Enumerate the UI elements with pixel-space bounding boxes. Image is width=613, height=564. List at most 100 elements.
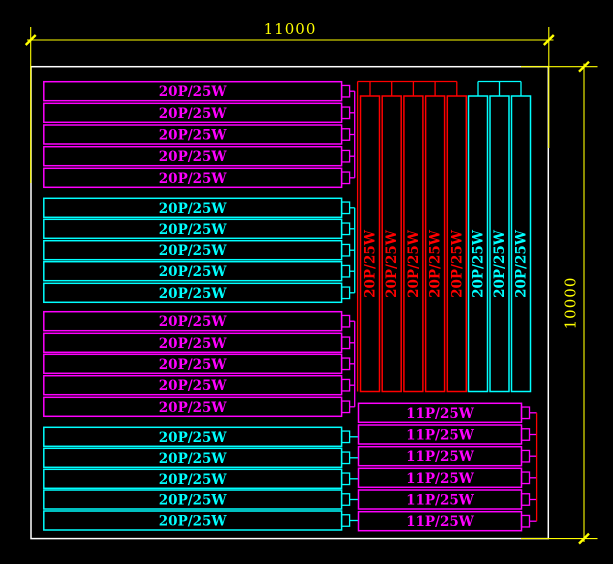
radiator-bar[interactable]: 20P/25W <box>44 219 355 238</box>
riser-bar[interactable]: 20P/25W <box>447 96 466 392</box>
radiator-bar[interactable]: 11P/25W <box>359 403 537 422</box>
cad-viewport[interactable]: 11000 10000 20P/25W20P/25W20P/25W20P/25W… <box>0 0 613 564</box>
connector-tab <box>342 315 350 327</box>
connector-tab <box>342 287 350 299</box>
connector-tab <box>522 515 530 527</box>
riser-bar[interactable]: 20P/25W <box>490 96 509 392</box>
radiator-bar[interactable]: 20P/25W <box>44 511 359 530</box>
radiator-bar-label: 20P/25W <box>159 106 228 122</box>
left-group-2: 20P/25W 20P/25W 20P/25W 20P/25W 20P/25W <box>44 198 355 302</box>
connector-tab <box>342 431 350 443</box>
radiator-bar-label: 20P/25W <box>159 451 228 467</box>
connector-tab <box>342 379 350 391</box>
radiator-bar-label: 20P/25W <box>159 286 228 302</box>
radiator-bar-label: 20P/25W <box>159 378 228 394</box>
radiator-bar[interactable]: 11P/25W <box>359 468 537 487</box>
radiator-bar[interactable]: 11P/25W <box>359 425 537 444</box>
radiator-bar-label: 20P/25W <box>159 264 228 280</box>
radiator-bar[interactable]: 20P/25W <box>44 354 355 373</box>
left-group-1: 20P/25W 20P/25W 20P/25W 20P/25W 20P/25W <box>44 82 355 188</box>
connector-tab <box>342 358 350 370</box>
radiator-bar-label: 20P/25W <box>159 314 228 330</box>
radiator-bar-label: 11P/25W <box>406 471 475 487</box>
radiator-bar[interactable]: 20P/25W <box>44 490 359 509</box>
riser-bar-label: 20P/25W <box>384 229 400 298</box>
radiator-bar[interactable]: 20P/25W <box>44 262 355 281</box>
bottom-right-group: 11P/25W 11P/25W 11P/25W 11P/25W 11P/25W 11P/2… <box>359 403 537 530</box>
connector-tab <box>342 202 350 214</box>
riser-group-red: 20P/25W20P/25W20P/25W20P/25W20P/25W <box>358 82 467 392</box>
radiator-bar-label: 20P/25W <box>159 149 228 165</box>
radiator-bar-label: 11P/25W <box>406 449 475 465</box>
left-group-3: 20P/25W 20P/25W 20P/25W 20P/25W 20P/25W <box>44 312 355 417</box>
radiator-bar-label: 20P/25W <box>159 400 228 416</box>
riser-bar[interactable]: 20P/25W <box>512 96 531 392</box>
radiator-bar-label: 11P/25W <box>406 514 475 530</box>
cad-canvas[interactable]: 11000 10000 20P/25W20P/25W20P/25W20P/25W… <box>0 0 613 564</box>
radiator-bar[interactable]: 11P/25W <box>359 447 537 466</box>
radiator-bar-label: 20P/25W <box>159 84 228 100</box>
riser-bar-label: 20P/25W <box>492 229 508 298</box>
radiator-bar[interactable]: 20P/25W <box>44 469 359 488</box>
connector-tab <box>522 450 530 462</box>
radiator-bar-label: 11P/25W <box>406 493 475 509</box>
connector-tab <box>342 337 350 349</box>
radiator-bar[interactable]: 20P/25W <box>44 82 355 101</box>
connector-tab <box>342 150 350 162</box>
radiator-bar-label: 11P/25W <box>406 428 475 444</box>
connector-tab <box>522 472 530 484</box>
connector-tab <box>342 172 350 184</box>
radiator-bar[interactable]: 20P/25W <box>44 125 355 144</box>
riser-bar[interactable]: 20P/25W <box>361 96 380 392</box>
connector-tab <box>342 401 350 413</box>
radiator-bar[interactable]: 20P/25W <box>44 397 355 416</box>
dimension-right-label[interactable]: 10000 <box>562 277 580 330</box>
connector-tab <box>342 515 350 527</box>
connector-tab <box>342 244 350 256</box>
radiator-bar[interactable]: 20P/25W <box>44 147 355 166</box>
radiator-bar[interactable]: 20P/25W <box>44 198 355 217</box>
radiator-bar[interactable]: 20P/25W <box>44 283 355 302</box>
riser-bar[interactable]: 20P/25W <box>469 96 488 392</box>
radiator-bar-label: 20P/25W <box>159 357 228 373</box>
riser-bar[interactable]: 20P/25W <box>382 96 401 392</box>
connector-tab <box>522 429 530 441</box>
riser-group-cyan: 20P/25W 20P/25W 20P/25W <box>469 82 531 392</box>
radiator-bar[interactable]: 20P/25W <box>44 333 355 352</box>
radiator-bar[interactable]: 11P/25W <box>359 490 537 509</box>
radiator-bar-label: 20P/25W <box>159 243 228 259</box>
connector-tab <box>342 129 350 141</box>
radiator-bar-label: 20P/25W <box>159 514 228 530</box>
dimension-top-label[interactable]: 11000 <box>264 20 317 38</box>
connector-tab <box>522 494 530 506</box>
left-group-4: 20P/25W 20P/25W 20P/25W 20P/25W 20P/25W <box>44 427 359 530</box>
radiator-bar[interactable]: 11P/25W <box>359 512 537 531</box>
connector-tab <box>342 223 350 235</box>
radiator-bar[interactable]: 20P/25W <box>44 427 359 446</box>
radiator-bar-label: 20P/25W <box>159 201 228 217</box>
riser-bar[interactable]: 20P/25W <box>404 96 423 392</box>
riser-bar-label: 20P/25W <box>471 229 487 298</box>
radiator-bar-label: 11P/25W <box>406 406 475 422</box>
riser-bar-label: 20P/25W <box>449 229 465 298</box>
connector-tab <box>342 473 350 485</box>
riser-bar[interactable]: 20P/25W <box>426 96 445 392</box>
connector-tab <box>522 407 530 419</box>
riser-bar-label: 20P/25W <box>406 229 422 298</box>
connector-tab <box>342 85 350 97</box>
radiator-bar-label: 20P/25W <box>159 336 228 352</box>
riser-bar-label: 20P/25W <box>363 229 379 298</box>
radiator-bar-label: 20P/25W <box>159 493 228 509</box>
radiator-bar[interactable]: 20P/25W <box>44 168 355 187</box>
radiator-bar[interactable]: 20P/25W <box>44 448 359 467</box>
connector-tab <box>342 265 350 277</box>
radiator-bar-label: 20P/25W <box>159 171 228 187</box>
radiator-bar-label: 20P/25W <box>159 222 228 238</box>
radiator-bar[interactable]: 20P/25W <box>44 376 355 395</box>
riser-bar-label: 20P/25W <box>514 229 530 298</box>
dimension-right: 10000 <box>521 62 598 544</box>
radiator-bar[interactable]: 20P/25W <box>44 312 355 331</box>
connector-tab <box>342 494 350 506</box>
radiator-bar[interactable]: 20P/25W <box>44 103 355 122</box>
radiator-bar[interactable]: 20P/25W <box>44 241 355 260</box>
